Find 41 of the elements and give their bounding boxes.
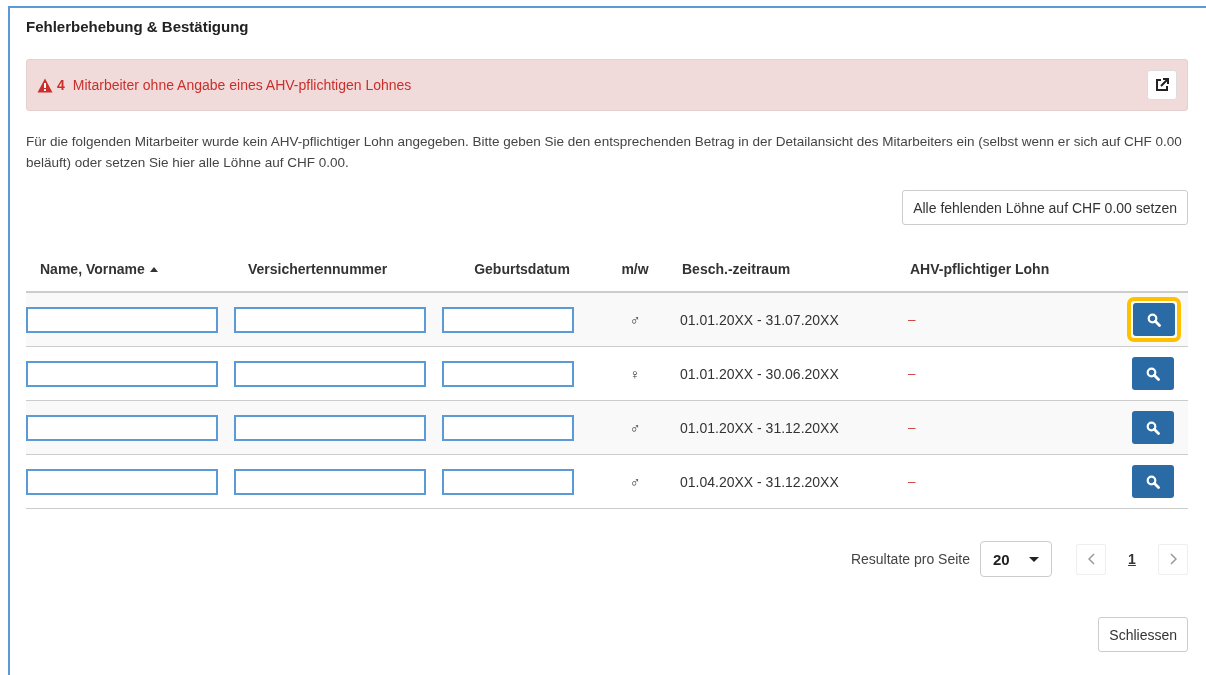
search-icon (1147, 312, 1161, 327)
close-button[interactable]: Schliessen (1098, 617, 1188, 652)
gender-symbol: ♂ (628, 311, 642, 328)
description-text: Für die folgenden Mitarbeiter wurde kein AHV-pflichtiger Lohn angegeben. Bitte geben Sie den entsprechenden Betrag in der Detailansicht des Mitarbeiters ein (selbst wenn er sich auf CHF 0.00 beläuft) oder setzen Sie hier alle Löhne auf CHF 0.00. (26, 133, 1183, 172)
column-header: AHV-pflichtiger Lohn (910, 261, 1050, 277)
caret-icon (1029, 556, 1039, 562)
salary-cell-text: – (907, 312, 917, 327)
search-button[interactable] (1133, 303, 1175, 336)
gender-symbol: ♂ (628, 419, 642, 436)
open-external-button[interactable] (1147, 70, 1177, 100)
period-cell-text: 01.01.20XX - 31.07.20XX (679, 311, 840, 328)
alert-message: Mitarbeiter ohne Angabe eines AHV-pflichtigen Lohnes (72, 77, 413, 93)
search-icon (1146, 420, 1160, 435)
column-header: Geburtsdatum (474, 261, 570, 277)
column-header[interactable]: Name, Vorname (40, 261, 145, 277)
salary-cell-text: – (907, 420, 917, 435)
gender-symbol: ♂ (628, 473, 642, 490)
salary-cell-text: – (907, 366, 917, 381)
period-cell-text: 01.04.20XX - 31.12.20XX (679, 473, 840, 490)
warning-icon (37, 77, 53, 93)
set-all-button[interactable]: Alle fehlenden Löhne auf CHF 0.00 setzen (902, 190, 1188, 225)
search-icon (1146, 366, 1160, 381)
search-button[interactable] (1132, 411, 1174, 444)
column-header: Besch.-zeitraum (682, 261, 791, 277)
page-size-label: Resultate pro Seite (850, 551, 970, 567)
alert-count: 4 (57, 77, 65, 93)
search-button[interactable] (1132, 465, 1174, 498)
period-cell-text: 01.01.20XX - 31.12.20XX (679, 419, 840, 436)
chevron-right-icon (1169, 553, 1177, 565)
page-size-select[interactable]: 20 (980, 541, 1052, 577)
column-header: Versichertennummer (248, 261, 388, 277)
salary-cell-text: – (907, 474, 917, 489)
search-button[interactable] (1132, 357, 1174, 390)
chevron-left-icon (1087, 553, 1095, 565)
page-number[interactable]: 1 (1116, 551, 1148, 567)
external-link-icon (1155, 78, 1169, 92)
dialog-title: Fehlerbehebung & Bestätigung (26, 17, 250, 37)
column-header: m/w (621, 261, 649, 277)
gender-symbol: ♀ (628, 365, 642, 382)
search-icon (1146, 474, 1160, 489)
period-cell-text: 01.01.20XX - 30.06.20XX (679, 365, 840, 382)
